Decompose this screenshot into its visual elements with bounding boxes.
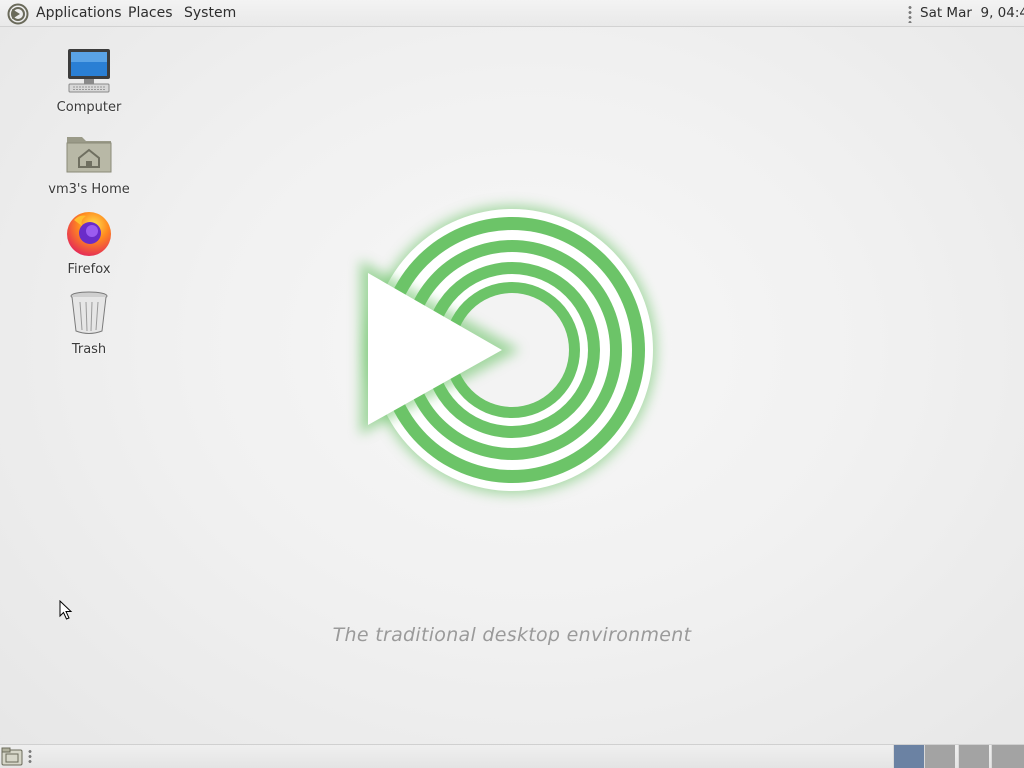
tagline: The traditional desktop environment bbox=[332, 624, 692, 646]
desktop-icon-computer[interactable]: Computer bbox=[34, 46, 144, 115]
mate-menu-icon[interactable] bbox=[7, 3, 29, 25]
workspace-2[interactable] bbox=[924, 745, 955, 768]
home-folder-icon bbox=[66, 137, 112, 173]
mouse-cursor-icon bbox=[59, 600, 73, 620]
clock[interactable]: Sat Mar 9, 04:40 bbox=[920, 0, 1024, 27]
computer-icon bbox=[68, 49, 110, 93]
panel-drag-handle[interactable] bbox=[908, 5, 912, 23]
workspace-4[interactable] bbox=[991, 745, 1024, 768]
panel-drag-handle[interactable] bbox=[28, 749, 32, 765]
bottom-panel bbox=[0, 744, 1024, 768]
desktop-icon-label: vm3's Home bbox=[48, 182, 130, 197]
desktop-icon-label: Trash bbox=[71, 342, 107, 357]
desktop-icon-trash[interactable]: Trash bbox=[34, 288, 144, 357]
trash-icon bbox=[70, 291, 108, 334]
menu-places[interactable]: Places bbox=[128, 0, 173, 27]
menu-system[interactable]: System bbox=[184, 0, 236, 27]
show-desktop-icon[interactable] bbox=[1, 747, 23, 766]
desktop-icon-label: Computer bbox=[56, 100, 122, 115]
workspace-1[interactable] bbox=[893, 745, 924, 768]
firefox-icon bbox=[67, 212, 111, 256]
desktop-icon-firefox[interactable]: Firefox bbox=[34, 208, 144, 277]
workspace-3[interactable] bbox=[958, 745, 989, 768]
mate-logo bbox=[360, 205, 657, 495]
top-panel: Applications Places System Sat Mar 9, 04… bbox=[0, 0, 1024, 27]
desktop-icon-home[interactable]: vm3's Home bbox=[34, 128, 144, 197]
menu-applications[interactable]: Applications bbox=[36, 0, 122, 27]
desktop-icon-label: Firefox bbox=[67, 262, 111, 277]
